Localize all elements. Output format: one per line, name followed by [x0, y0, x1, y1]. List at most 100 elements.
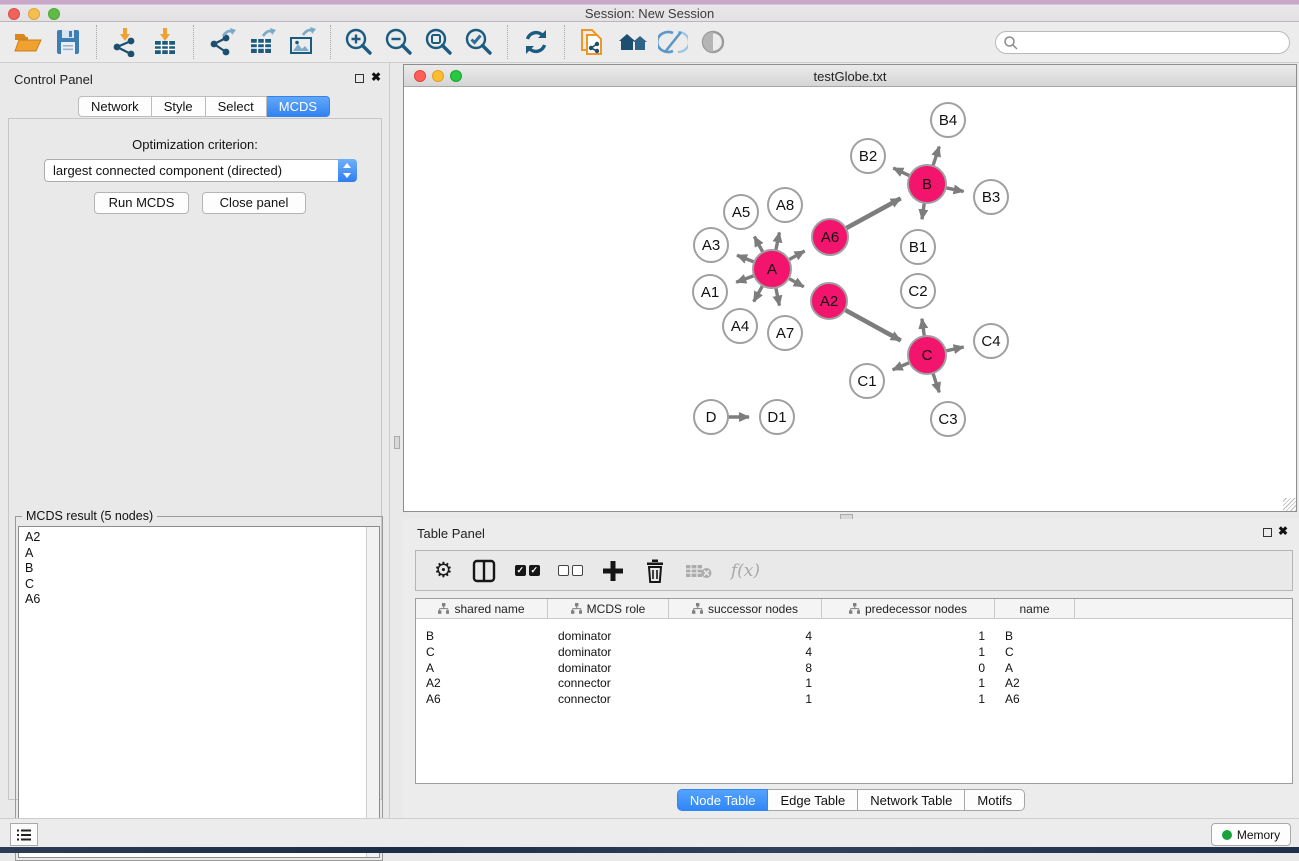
graph-edge-B-B1[interactable] — [922, 202, 924, 219]
result-item[interactable]: C — [19, 577, 379, 593]
table-settings-button[interactable]: ⚙ — [434, 560, 453, 581]
tab-network-table[interactable]: Network Table — [858, 789, 965, 811]
column-header-predecessor-nodes[interactable]: predecessor nodes — [822, 599, 995, 618]
table-row[interactable]: B dominator 4 1 B — [416, 629, 1292, 645]
cell-name[interactable]: C — [995, 645, 1075, 661]
zoom-selected-button[interactable] — [462, 25, 496, 59]
search-field[interactable] — [995, 31, 1290, 54]
table-row[interactable]: A2 connector 1 1 A2 — [416, 676, 1292, 692]
tab-motifs[interactable]: Motifs — [965, 789, 1025, 811]
show-graphics-button[interactable] — [696, 25, 730, 59]
cell-successor-nodes[interactable]: 1 — [669, 692, 822, 708]
delete-row-button[interactable] — [643, 558, 667, 584]
tab-network[interactable]: Network — [78, 96, 152, 117]
open-session-button[interactable] — [11, 25, 45, 59]
table-row[interactable]: C dominator 4 1 C — [416, 645, 1292, 661]
cell-mcds-role[interactable]: dominator — [548, 629, 669, 645]
import-network-button[interactable] — [108, 25, 142, 59]
cell-shared-name[interactable]: A2 — [416, 676, 548, 692]
zoom-fit-button[interactable] — [422, 25, 456, 59]
cell-mcds-role[interactable]: dominator — [548, 661, 669, 677]
network-window-titlebar[interactable]: testGlobe.txt — [404, 65, 1296, 87]
cell-name[interactable]: A — [995, 661, 1075, 677]
tab-style[interactable]: Style — [152, 96, 206, 117]
save-session-button[interactable] — [51, 25, 85, 59]
cell-successor-nodes[interactable]: 4 — [669, 645, 822, 661]
zoom-in-button[interactable] — [342, 25, 376, 59]
column-header-mcds-role[interactable]: MCDS role — [548, 599, 669, 618]
export-table-button[interactable] — [245, 25, 279, 59]
tab-node-table[interactable]: Node Table — [677, 789, 769, 811]
resize-grip[interactable] — [1283, 498, 1296, 511]
delete-table-button[interactable] — [685, 562, 713, 580]
cell-mcds-role[interactable]: connector — [548, 676, 669, 692]
memory-button[interactable]: Memory — [1211, 823, 1291, 846]
column-header-name[interactable]: name — [995, 599, 1075, 618]
duplicate-network-button[interactable] — [576, 25, 610, 59]
result-item[interactable]: A2 — [19, 527, 379, 546]
result-scrollbar[interactable] — [366, 527, 379, 857]
cell-predecessor-nodes[interactable]: 1 — [822, 645, 995, 661]
tab-mcds[interactable]: MCDS — [267, 96, 330, 117]
cell-shared-name[interactable]: B — [416, 629, 548, 645]
export-image-button[interactable] — [285, 25, 319, 59]
cell-predecessor-nodes[interactable]: 0 — [822, 661, 995, 677]
table-row[interactable]: A6 connector 1 1 A6 — [416, 692, 1292, 708]
run-mcds-button[interactable]: Run MCDS — [94, 192, 189, 214]
search-input[interactable] — [1023, 34, 1289, 52]
graph-edge-C-C2[interactable] — [922, 319, 925, 337]
column-header-shared-name[interactable]: shared name — [416, 599, 548, 618]
add-row-button[interactable] — [601, 559, 625, 583]
criterion-select[interactable]: largest connected component (directed) — [44, 159, 357, 182]
table-row[interactable]: A dominator 8 0 A — [416, 661, 1292, 677]
graph-edge-B-B3[interactable] — [945, 188, 964, 192]
cell-shared-name[interactable]: A6 — [416, 692, 548, 708]
houses-button[interactable] — [616, 25, 650, 59]
task-history-button[interactable] — [10, 823, 38, 846]
cell-name[interactable]: A2 — [995, 676, 1075, 692]
result-item[interactable]: B — [19, 561, 379, 577]
close-panel-icon[interactable]: ✖ — [1278, 524, 1288, 538]
cell-shared-name[interactable]: C — [416, 645, 548, 661]
zoom-out-button[interactable] — [382, 25, 416, 59]
graph-edge-B-B2[interactable] — [893, 168, 910, 176]
cell-predecessor-nodes[interactable]: 1 — [822, 692, 995, 708]
close-panel-icon[interactable]: ✖ — [371, 70, 381, 84]
cell-name[interactable]: B — [995, 629, 1075, 645]
graph-edge-A6-B[interactable] — [845, 198, 901, 228]
refresh-layout-button[interactable] — [519, 25, 553, 59]
graph-edge-C-C4[interactable] — [945, 347, 964, 351]
cell-name[interactable]: A6 — [995, 692, 1075, 708]
graph-edge-A-A5[interactable] — [754, 237, 763, 254]
cell-mcds-role[interactable]: dominator — [548, 645, 669, 661]
graph-edge-C-C3[interactable] — [933, 372, 940, 392]
network-canvas[interactable]: B4B2BB3A5A8A6B1A3AC2A1A2A4A7C4CC1C3DD1 — [404, 87, 1296, 511]
column-header-successor-nodes[interactable]: successor nodes — [669, 599, 822, 618]
result-item[interactable]: A — [19, 546, 379, 562]
close-panel-button[interactable]: Close panel — [202, 192, 306, 214]
result-item[interactable]: A6 — [19, 592, 379, 608]
graph-edge-B-B4[interactable] — [933, 147, 940, 167]
cell-successor-nodes[interactable]: 8 — [669, 661, 822, 677]
graph-edge-A-A2[interactable] — [788, 278, 804, 287]
export-network-button[interactable] — [205, 25, 239, 59]
cell-successor-nodes[interactable]: 1 — [669, 676, 822, 692]
graph-edge-A-A1[interactable] — [736, 275, 755, 282]
select-all-button[interactable]: ✓✓ — [515, 565, 540, 576]
hide-graphics-details-button[interactable] — [656, 25, 690, 59]
vertical-splitter-handle[interactable] — [394, 436, 400, 449]
cell-predecessor-nodes[interactable]: 1 — [822, 676, 995, 692]
float-panel-icon[interactable] — [355, 74, 364, 83]
graph-edge-A2-C[interactable] — [844, 309, 901, 340]
column-browser-button[interactable] — [471, 558, 497, 584]
graph-edge-A-A3[interactable] — [737, 255, 755, 262]
graph-edge-C-C1[interactable] — [893, 362, 911, 370]
graph-edge-A-A7[interactable] — [776, 287, 780, 306]
float-panel-icon[interactable] — [1263, 528, 1272, 537]
tab-edge-table[interactable]: Edge Table — [768, 789, 858, 811]
graph-edge-A-A4[interactable] — [754, 285, 763, 302]
graph-edge-A-A6[interactable] — [788, 251, 805, 260]
cell-successor-nodes[interactable]: 4 — [669, 629, 822, 645]
cell-mcds-role[interactable]: connector — [548, 692, 669, 708]
import-table-button[interactable] — [148, 25, 182, 59]
